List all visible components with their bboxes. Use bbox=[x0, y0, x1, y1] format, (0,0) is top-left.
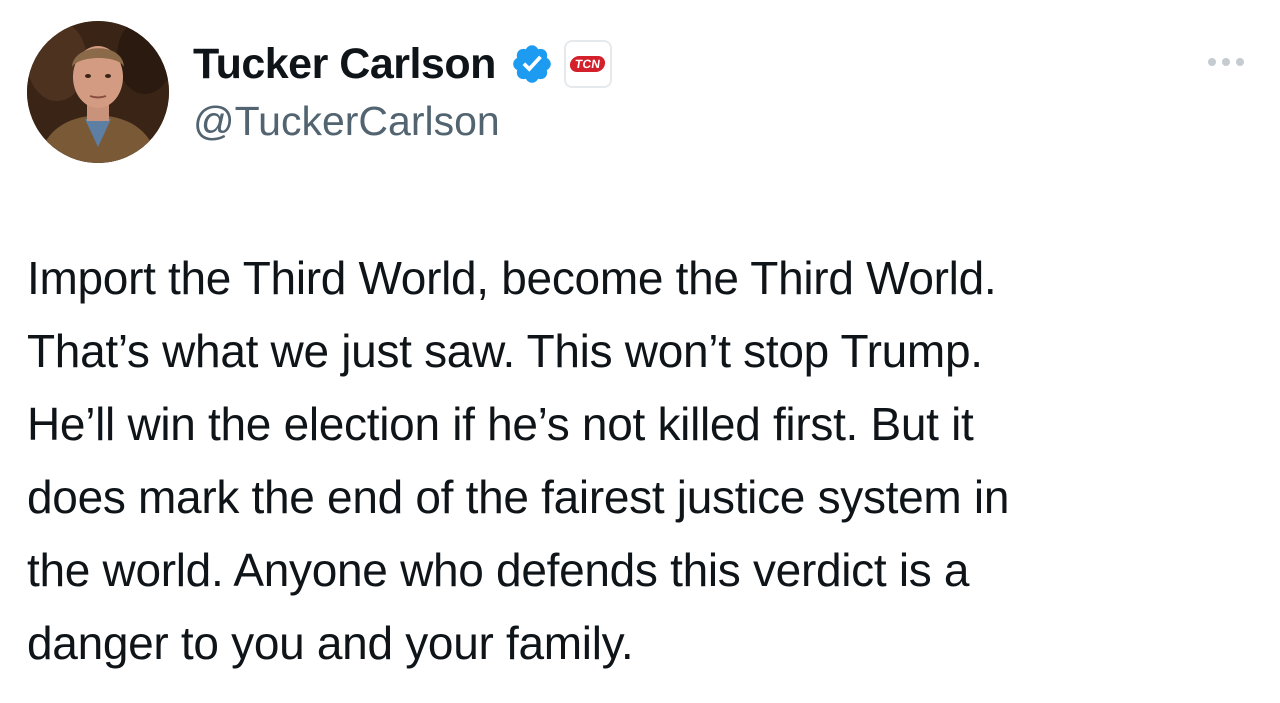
user-info: Tucker Carlson TCN @TuckerCarlson bbox=[193, 36, 612, 145]
tweet-text-line: Import the Third World, become the Third… bbox=[27, 252, 997, 304]
tweet-text-line: does mark the end of the fairest justice… bbox=[27, 471, 1010, 523]
more-horizontal-icon bbox=[1208, 58, 1216, 66]
more-options-button[interactable] bbox=[1198, 44, 1254, 80]
affiliate-badge-label: TCN bbox=[569, 56, 607, 72]
more-horizontal-icon-dot bbox=[1236, 58, 1244, 66]
display-name[interactable]: Tucker Carlson bbox=[193, 40, 496, 89]
tweet-card: Tucker Carlson TCN @TuckerCarlson Import… bbox=[0, 0, 1280, 703]
tweet-text-line: He’ll win the election if he’s not kille… bbox=[27, 398, 974, 450]
tweet-text-line: That’s what we just saw. This won’t stop… bbox=[27, 325, 983, 377]
user-handle[interactable]: @TuckerCarlson bbox=[193, 98, 612, 145]
name-row: Tucker Carlson TCN bbox=[193, 36, 612, 92]
profile-photo bbox=[27, 21, 169, 163]
tweet-text: Import the Third World, become the Third… bbox=[27, 242, 1257, 680]
avatar[interactable] bbox=[27, 21, 169, 163]
verified-badge-icon[interactable] bbox=[510, 42, 554, 86]
tweet-text-line: danger to you and your family. bbox=[27, 617, 634, 669]
affiliate-badge[interactable]: TCN bbox=[563, 40, 612, 88]
tweet-text-line: the world. Anyone who defends this verdi… bbox=[27, 544, 970, 596]
more-horizontal-icon-dot bbox=[1222, 58, 1230, 66]
